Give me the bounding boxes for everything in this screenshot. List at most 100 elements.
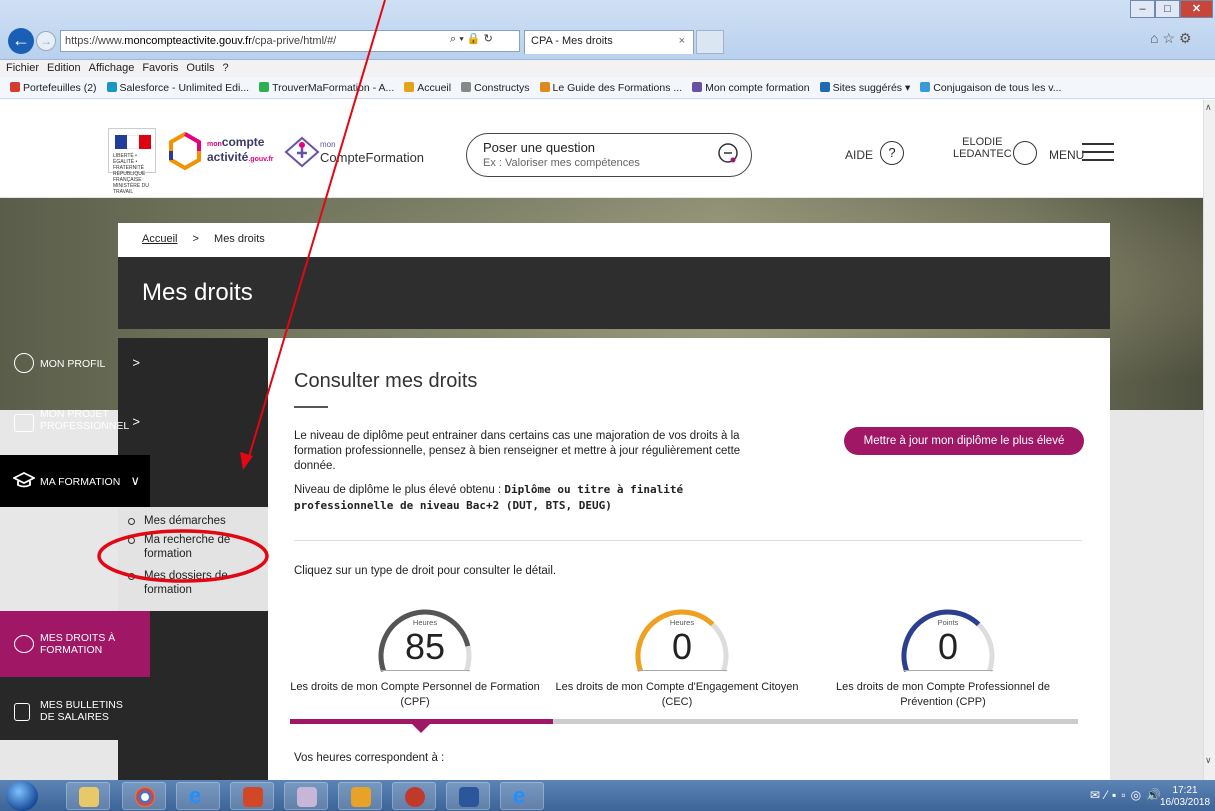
- favorite-link[interactable]: Constructys: [461, 82, 530, 94]
- taskbar-snipping[interactable]: [284, 782, 328, 810]
- clock-time: 17:21: [1172, 785, 1198, 796]
- question-placeholder: Ex : Valoriser mes compétences: [483, 157, 640, 169]
- favorite-link[interactable]: Portefeuilles (2): [10, 82, 97, 94]
- gauge-value: 0: [937, 626, 959, 667]
- menu-item[interactable]: Fichier: [6, 62, 39, 74]
- favorite-link[interactable]: TrouverMaFormation - A...: [259, 82, 394, 94]
- menu-label[interactable]: MENU: [1049, 148, 1084, 162]
- sidebar-label: MON PROJET PROFESSIONNEL: [40, 408, 130, 432]
- help-icon[interactable]: ?: [880, 141, 904, 165]
- forward-button[interactable]: →: [36, 31, 56, 51]
- app-icon: [243, 787, 263, 807]
- maximize-button[interactable]: □: [1155, 0, 1180, 18]
- back-button[interactable]: ←: [8, 28, 34, 54]
- chevron-right-icon: >: [132, 414, 140, 429]
- taskbar-ie2[interactable]: e: [500, 782, 544, 810]
- home-star-gear-icons[interactable]: ⌂☆⚙: [1150, 30, 1196, 47]
- taskbar-word[interactable]: [446, 782, 490, 810]
- chevron-right-icon: >: [132, 355, 140, 370]
- user-avatar-icon[interactable]: [1013, 141, 1037, 165]
- question-search-box[interactable]: Poser une question Ex : Valoriser mes co…: [466, 133, 752, 177]
- tab-close-icon[interactable]: ×: [679, 35, 685, 47]
- document-icon: [14, 703, 30, 721]
- taskbar-app2[interactable]: [392, 782, 436, 810]
- taskbar-outlook[interactable]: [338, 782, 382, 810]
- favorite-label: Le Guide des Formations ...: [552, 82, 683, 94]
- favorite-icon: [692, 82, 703, 92]
- favorite-link[interactable]: Le Guide des Formations ...: [539, 82, 683, 94]
- sidebar-item-mon-projet[interactable]: MON PROJET PROFESSIONNEL >: [0, 400, 150, 450]
- menu-item[interactable]: Favoris: [142, 62, 178, 74]
- breadcrumb-home-link[interactable]: Accueil: [142, 233, 177, 245]
- hamburger-menu-icon[interactable]: [1082, 143, 1114, 161]
- sidebar-label: MES DROITS À FORMATION: [40, 632, 116, 656]
- menu-item[interactable]: ?: [223, 62, 229, 74]
- word-icon: [459, 787, 479, 807]
- help-label[interactable]: AIDE: [845, 148, 873, 162]
- search-refresh-icons[interactable]: ⌕ ▾ 🔒 ↻: [450, 32, 493, 46]
- page-title-banner: Mes droits: [118, 257, 1110, 329]
- system-clock[interactable]: 17:21 16/03/2018: [1160, 785, 1210, 809]
- submenu-item-ma-recherche[interactable]: Ma recherche de formation: [128, 533, 258, 561]
- clock-date: 16/03/2018: [1160, 797, 1211, 808]
- favorite-link[interactable]: Accueil: [404, 82, 451, 94]
- sidebar-item-mes-droits[interactable]: MES DROITS À FORMATION: [0, 611, 150, 677]
- favorite-label: Mon compte formation: [705, 82, 810, 94]
- favorites-bar: Portefeuilles (2) Salesforce - Unlimited …: [0, 77, 1215, 99]
- submenu-item-mes-dossiers[interactable]: Mes dossiers de formation: [128, 569, 258, 597]
- diploma-label: Niveau de diplôme le plus élevé obtenu :: [294, 484, 502, 496]
- user-name[interactable]: ELODIE LEDANTEC: [953, 136, 1012, 160]
- menu-item[interactable]: Affichage: [89, 62, 135, 74]
- active-tab-arrow: [411, 723, 431, 733]
- favorite-link[interactable]: Sites suggérés ▾: [819, 82, 911, 94]
- url-path: /cpa-prive/html/#/: [251, 35, 337, 47]
- favorite-link[interactable]: Salesforce - Unlimited Edi...: [106, 82, 250, 94]
- taskbar-explorer[interactable]: [66, 782, 110, 810]
- submenu-label: Ma recherche de formation: [144, 534, 231, 560]
- taskbar-app[interactable]: [230, 782, 274, 810]
- diploma-level: Niveau de diplôme le plus élevé obtenu :…: [294, 482, 774, 514]
- gauge-baseline: [380, 670, 470, 671]
- taskbar-chrome[interactable]: [122, 782, 166, 810]
- republique-francaise-logo: LIBERTÉ • ÉGALITÉ • FRATERNITÉ RÉPUBLIQU…: [108, 128, 156, 195]
- menu-bar: Fichier Edition Affichage Favoris Outils?: [0, 60, 1215, 77]
- submenu-item-mes-demarches[interactable]: Mes démarches: [128, 514, 226, 528]
- gauge-value: 0: [671, 626, 693, 667]
- gauge-baseline: [903, 670, 993, 671]
- menu-item[interactable]: Outils: [186, 62, 214, 74]
- hours-heading: Vos heures correspondent à :: [294, 752, 445, 764]
- gauge-value: 85: [404, 626, 446, 667]
- info-paragraph: Le niveau de diplôme peut entrainer dans…: [294, 430, 741, 472]
- moncompteactivite-logo[interactable]: moncompte activité.gouv.fr: [207, 136, 274, 166]
- question-title: Poser une question: [483, 140, 596, 155]
- favorite-link[interactable]: Conjugaison de tous les v...: [920, 82, 1061, 94]
- taskbar-ie[interactable]: e: [176, 782, 220, 810]
- formation-submenu: Mes démarches Ma recherche de formation …: [118, 507, 268, 611]
- chat-bubble-icon[interactable]: [716, 142, 740, 166]
- favorite-label: Accueil: [417, 82, 452, 94]
- new-tab-button[interactable]: [696, 30, 724, 54]
- gauge-icon: [14, 635, 34, 653]
- sidebar-item-ma-formation[interactable]: MA FORMATION ∨: [0, 455, 150, 507]
- breadcrumb-separator: >: [192, 233, 199, 245]
- outlook-icon: [351, 787, 371, 807]
- page-scrollbar[interactable]: ∧ ∨: [1203, 100, 1215, 780]
- favorite-link[interactable]: Mon compte formation: [692, 82, 810, 94]
- minimize-button[interactable]: –: [1130, 0, 1155, 18]
- favorite-icon: [106, 82, 117, 92]
- menu-item[interactable]: Edition: [47, 62, 81, 74]
- moncompteformation-logo[interactable]: mon CompteFormation: [320, 136, 424, 164]
- moncompteactivite-hexagon-icon: [169, 132, 201, 170]
- favorite-label: Sites suggérés ▾: [832, 82, 911, 94]
- favorite-label: Salesforce - Unlimited Edi...: [119, 82, 250, 94]
- graduation-cap-icon: [13, 472, 35, 488]
- system-tray-icons[interactable]: ✉⁄▪▫◎🔊: [1090, 788, 1166, 802]
- gauge-caption: Les droits de mon Compte Professionnel d…: [835, 681, 1050, 708]
- tab-title: CPA - Mes droits: [531, 35, 613, 47]
- browser-tab[interactable]: CPA - Mes droits ×: [524, 30, 694, 54]
- sidebar-item-bulletins[interactable]: MES BULLETINS DE SALAIRES: [0, 677, 150, 740]
- update-diploma-button[interactable]: Mettre à jour mon diplôme le plus élevé: [844, 427, 1084, 455]
- sidebar-item-mon-profil[interactable]: MON PROFIL >: [0, 338, 150, 388]
- close-window-button[interactable]: ✕: [1180, 0, 1213, 18]
- start-button[interactable]: [6, 781, 38, 811]
